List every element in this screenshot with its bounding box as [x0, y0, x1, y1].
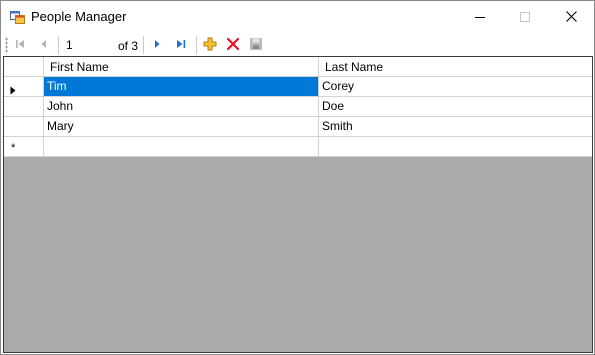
- table-row[interactable]: Tim Corey: [4, 77, 592, 97]
- maximize-button[interactable]: [502, 1, 548, 32]
- people-data-grid[interactable]: First Name Last Name Tim Corey John Doe …: [3, 56, 593, 353]
- move-previous-icon: [38, 38, 50, 53]
- add-new-button[interactable]: [200, 35, 220, 55]
- title-bar[interactable]: People Manager: [1, 1, 594, 32]
- position-input[interactable]: [62, 35, 110, 54]
- count-label: of 3: [118, 39, 139, 53]
- close-button[interactable]: [548, 1, 594, 32]
- first-name-cell[interactable]: [44, 137, 319, 157]
- first-name-cell[interactable]: John: [44, 97, 319, 117]
- add-new-icon: [203, 37, 217, 54]
- window-title: People Manager: [31, 9, 127, 24]
- toolbar-separator: [143, 36, 144, 54]
- move-last-icon: [175, 38, 187, 53]
- new-row-marker: *: [11, 142, 16, 154]
- app-window-icon: [10, 9, 25, 24]
- people-manager-window: People Manager 1 of 3 First Name Last Na…: [0, 0, 595, 355]
- delete-icon: [226, 37, 240, 54]
- last-name-cell[interactable]: [319, 137, 592, 157]
- row-header[interactable]: [4, 97, 44, 117]
- move-first-icon: [14, 38, 26, 53]
- column-header-last-name[interactable]: Last Name: [319, 57, 592, 77]
- last-name-cell[interactable]: Smith: [319, 117, 592, 137]
- move-next-icon: [151, 38, 163, 53]
- first-name-cell[interactable]: Tim: [44, 77, 319, 97]
- top-left-header-cell[interactable]: [4, 57, 44, 77]
- save-button[interactable]: [246, 35, 266, 55]
- save-icon: [249, 37, 263, 54]
- row-header[interactable]: [4, 117, 44, 137]
- maximize-icon: [520, 11, 530, 22]
- first-name-cell[interactable]: Mary: [44, 117, 319, 137]
- new-row[interactable]: *: [4, 137, 592, 157]
- binding-navigator-toolbar: of 3: [1, 32, 594, 57]
- close-icon: [565, 11, 577, 22]
- minimize-icon: [475, 12, 485, 22]
- column-header-first-name[interactable]: First Name: [44, 57, 319, 77]
- row-header[interactable]: [4, 77, 44, 97]
- last-name-cell[interactable]: Corey: [319, 77, 592, 97]
- table-row[interactable]: Mary Smith: [4, 117, 592, 137]
- move-previous-button[interactable]: [34, 35, 54, 55]
- move-next-button[interactable]: [147, 35, 167, 55]
- table-row[interactable]: John Doe: [4, 97, 592, 117]
- current-row-arrow-icon: [10, 82, 16, 96]
- last-name-cell[interactable]: Doe: [319, 97, 592, 117]
- toolbar-separator: [58, 36, 59, 54]
- toolbar-grip[interactable]: [5, 37, 8, 53]
- row-header[interactable]: *: [4, 137, 44, 157]
- move-last-button[interactable]: [171, 35, 191, 55]
- delete-button[interactable]: [223, 35, 243, 55]
- toolbar-separator: [196, 36, 197, 54]
- minimize-button[interactable]: [457, 1, 503, 32]
- move-first-button[interactable]: [10, 35, 30, 55]
- grid-header-row: First Name Last Name: [4, 57, 592, 77]
